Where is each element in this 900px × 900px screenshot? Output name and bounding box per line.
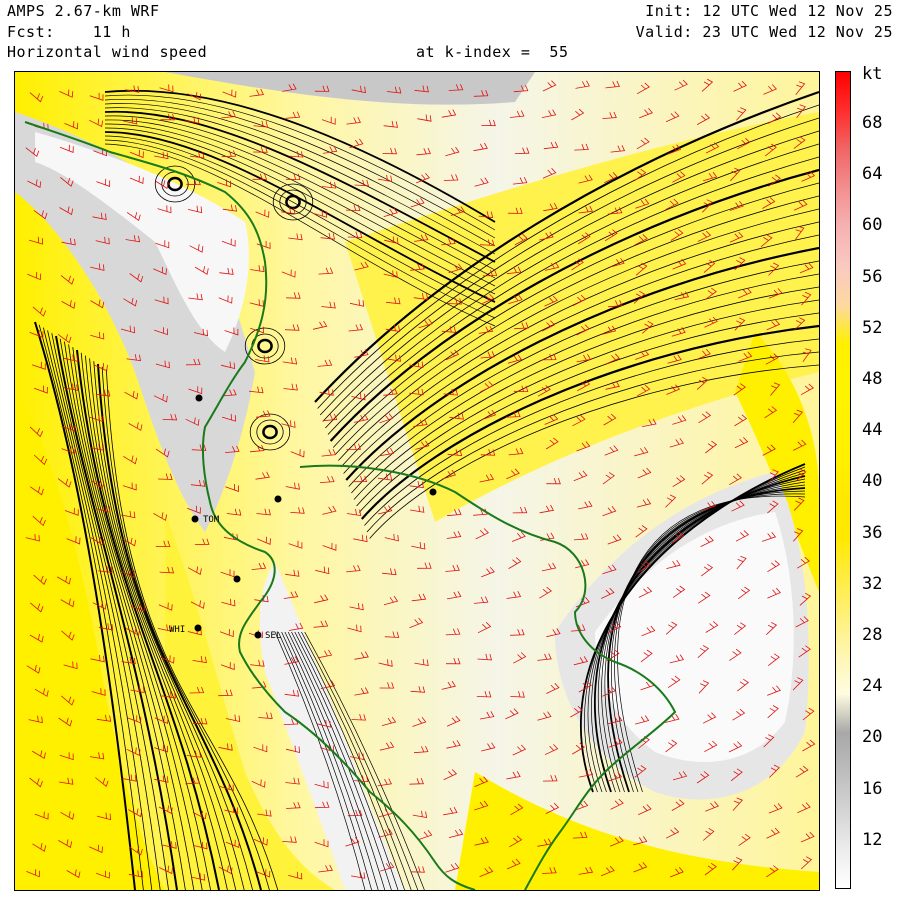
color-scale-label: 56 (862, 266, 883, 287)
station-label-sel: SEL (265, 631, 281, 641)
station-marker (194, 624, 202, 632)
station-label-tom: TOM (203, 515, 220, 525)
valid-time: Valid: 23 UTC Wed 12 Nov 25 (635, 23, 893, 41)
color-scale-label: 48 (862, 369, 883, 389)
wind-map: TOM WHI SEL (14, 71, 820, 891)
station-label-whi: WHI (169, 625, 185, 635)
color-scale-label: 60 (862, 215, 883, 236)
station-marker (195, 394, 203, 402)
forecast-hour: Fcst: 11 h (7, 23, 131, 41)
init-time: Init: 12 UTC Wed 12 Nov 25 (645, 2, 893, 20)
station-marker (233, 575, 241, 583)
color-scale-label: 20 (862, 727, 883, 748)
color-scale-label: 40 (862, 471, 883, 492)
field-name: Horizontal wind speed (7, 43, 208, 61)
level-label: at k-index = 55 (416, 43, 569, 61)
color-scale-label: 28 (862, 625, 883, 645)
color-scale-label: 68 (862, 113, 883, 133)
color-scale-label: 64 (862, 164, 883, 185)
color-scale-label: 32 (862, 573, 883, 594)
color-scale-label: 44 (862, 420, 883, 441)
color-scale-label: 24 (862, 676, 883, 697)
station-marker (274, 495, 282, 503)
model-title: AMPS 2.67-km WRF (7, 2, 160, 20)
wind-map-canvas: TOM WHI SEL (15, 72, 819, 890)
station-marker (191, 515, 199, 523)
color-scale-label: 16 (862, 778, 883, 799)
color-scale-bar (835, 71, 851, 889)
station-marker (429, 488, 437, 496)
station-marker (254, 631, 262, 639)
color-scale-label: 12 (862, 829, 883, 850)
color-scale-unit: kt (862, 64, 883, 84)
color-scale-label: 52 (862, 317, 883, 338)
color-scale-label: 36 (862, 522, 883, 543)
